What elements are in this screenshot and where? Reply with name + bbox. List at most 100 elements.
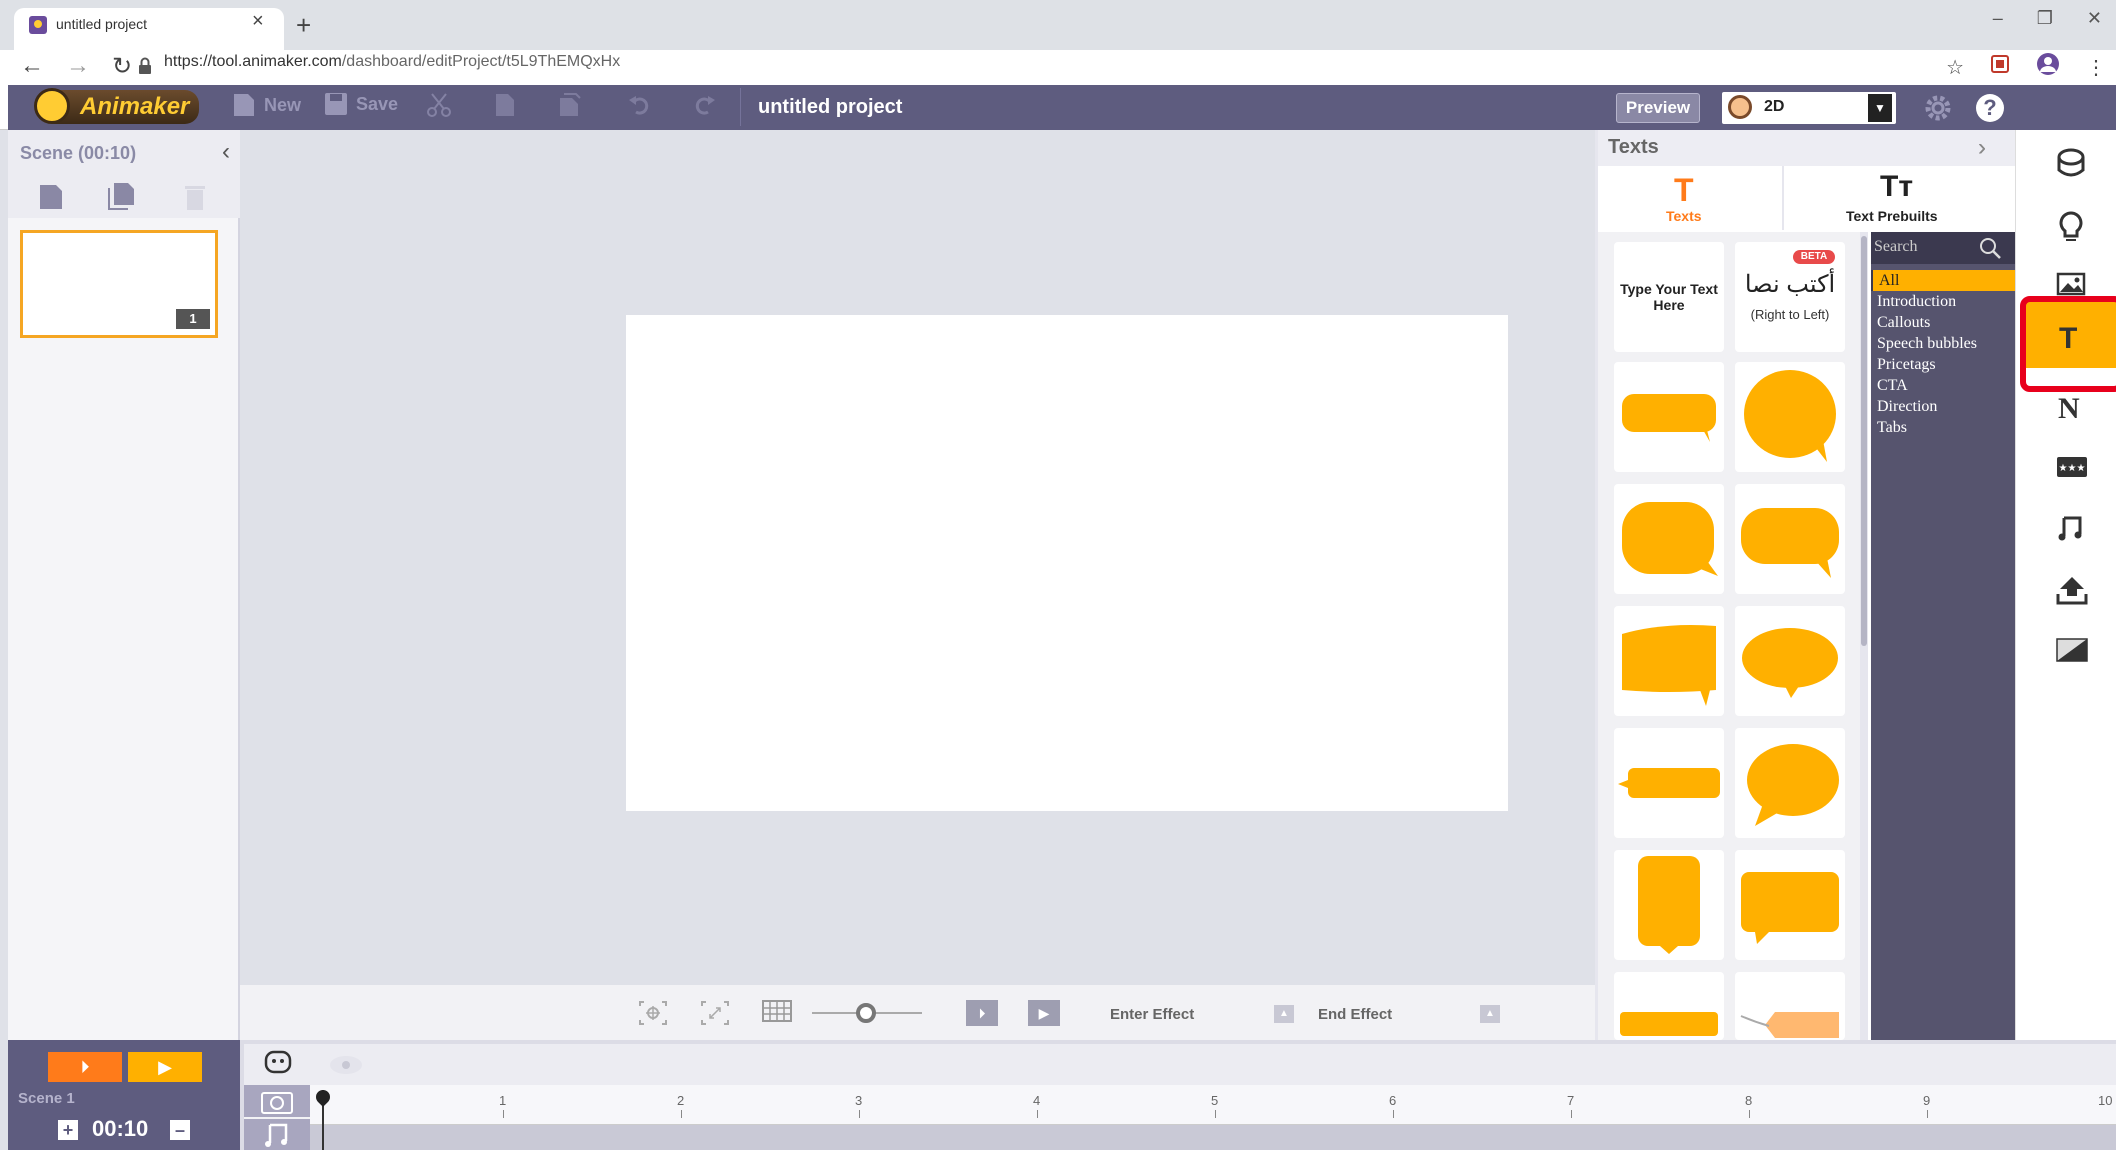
delete-scene-icon[interactable] — [184, 183, 206, 211]
music-track-icon[interactable] — [244, 1119, 310, 1150]
scene-label: Scene (00:10) — [20, 143, 137, 163]
tick-label: 7 — [1567, 1093, 1575, 1108]
scene-duration[interactable]: 00:10 — [92, 1116, 148, 1142]
category-tabs[interactable]: Tabs — [1871, 417, 2015, 438]
play-scene-icon[interactable]: ⏵ — [48, 1052, 122, 1082]
speech-bubble-item[interactable] — [1614, 728, 1724, 838]
category-cta[interactable]: CTA — [1871, 375, 2015, 396]
speech-bubble-item[interactable] — [1735, 362, 1845, 472]
scene-canvas[interactable] — [626, 315, 1508, 811]
end-effect-arrow-icon[interactable]: ▲ — [1480, 1005, 1500, 1023]
duplicate-scene-icon[interactable] — [106, 181, 138, 211]
extension-icon[interactable] — [1990, 54, 2010, 80]
project-title[interactable]: untitled project — [758, 96, 902, 119]
forward-icon[interactable]: → — [66, 52, 90, 81]
url-field[interactable]: https://tool.animaker.com/dashboard/edit… — [164, 53, 620, 71]
browser-actions: ☆ ⋮ — [1946, 52, 2106, 82]
bulb-icon[interactable] — [2056, 210, 2086, 242]
enter-effect-label[interactable]: Enter Effect — [1110, 1006, 1194, 1023]
svg-text:★★★: ★★★ — [2059, 463, 2086, 474]
speech-bubble-item[interactable] — [1735, 850, 1845, 960]
speech-bubble-item[interactable] — [1614, 362, 1724, 472]
music-icon[interactable] — [2056, 514, 2084, 542]
cut-icon[interactable] — [426, 92, 452, 118]
browser-tab-bar — [0, 0, 2116, 50]
new-label: New — [264, 94, 302, 115]
chevron-down-icon[interactable]: ▼ — [1868, 94, 1892, 122]
category-callouts[interactable]: Callouts — [1871, 312, 2015, 333]
type-your-text-card[interactable]: Type Your Text Here — [1614, 242, 1724, 352]
bookmark-star-icon[interactable]: ☆ — [1946, 55, 1964, 80]
library-header — [1598, 130, 2015, 166]
category-all[interactable]: All — [1871, 270, 2015, 291]
browser-tab[interactable] — [14, 8, 284, 50]
tick-mark — [681, 1110, 682, 1118]
speech-bubble-item[interactable] — [1735, 728, 1845, 838]
tab-close-icon[interactable]: × — [252, 10, 264, 33]
tick-mark — [1571, 1110, 1572, 1118]
grid-icon[interactable] — [762, 1000, 792, 1022]
save-button[interactable]: Save — [324, 92, 398, 116]
new-tab-icon[interactable]: + — [296, 10, 311, 41]
play-icon[interactable]: ▶ — [1028, 1000, 1060, 1026]
tick-mark — [1215, 1110, 1216, 1118]
redo-icon[interactable] — [694, 92, 716, 116]
end-effect-label[interactable]: End Effect — [1318, 1006, 1392, 1023]
speech-bubble-item[interactable] — [1614, 972, 1724, 1040]
window-controls: – ❐ ✕ — [1993, 8, 2102, 29]
speech-bubble-item[interactable] — [1614, 606, 1724, 716]
fit-center-icon[interactable] — [638, 1000, 668, 1026]
timeline-track[interactable] — [310, 1125, 2116, 1150]
speech-bubble-item[interactable] — [1614, 850, 1724, 960]
character-track-icon[interactable] — [264, 1050, 292, 1074]
tick-label: 1 — [499, 1093, 507, 1108]
back-icon[interactable]: ← — [20, 52, 44, 81]
character-icon[interactable] — [2056, 148, 2086, 180]
play-all-icon[interactable]: ▶ — [128, 1052, 202, 1082]
category-introduction[interactable]: Introduction — [1871, 291, 2015, 312]
category-list: All Introduction Callouts Speech bubbles… — [1871, 270, 2015, 438]
copy-icon[interactable] — [490, 92, 516, 118]
upload-icon[interactable] — [2056, 574, 2088, 606]
profile-avatar-icon[interactable] — [2036, 52, 2060, 82]
category-speech-bubbles[interactable]: Speech bubbles — [1871, 333, 2015, 354]
help-icon[interactable]: ? — [1976, 94, 2004, 122]
paste-icon[interactable] — [556, 92, 582, 118]
browser-menu-icon[interactable]: ⋮ — [2086, 55, 2106, 80]
category-pricetags[interactable]: Pricetags — [1871, 354, 2015, 375]
add-scene-icon[interactable] — [38, 183, 64, 211]
image-icon[interactable] — [2056, 272, 2086, 296]
gear-icon[interactable] — [1924, 94, 1952, 122]
tick-label: 9 — [1923, 1093, 1931, 1108]
number-icon[interactable]: N — [2058, 392, 2080, 426]
new-button[interactable]: New — [232, 92, 301, 118]
search-icon[interactable] — [1978, 236, 2002, 260]
visibility-eye-icon[interactable] — [328, 1054, 364, 1076]
play-from-start-icon[interactable]: ⏵ — [966, 1000, 998, 1026]
ratings-icon[interactable]: ★★★ — [2056, 456, 2088, 478]
tab-text-prebuilts-label: Text Prebuilts — [1846, 208, 1938, 224]
enter-effect-arrow-icon[interactable]: ▲ — [1274, 1005, 1294, 1023]
undo-icon[interactable] — [628, 92, 650, 116]
background-icon[interactable] — [2056, 638, 2088, 662]
speech-bubble-item[interactable] — [1614, 484, 1724, 594]
minimize-icon[interactable]: – — [1993, 8, 2003, 29]
library-scrollbar-thumb[interactable] — [1861, 236, 1867, 646]
expand-icon[interactable] — [700, 1000, 730, 1026]
camera-track-icon[interactable] — [244, 1085, 310, 1117]
zoom-slider-handle[interactable] — [856, 1003, 876, 1023]
url-host: https://tool.animaker.com — [164, 53, 342, 70]
preview-button[interactable]: Preview — [1616, 93, 1700, 123]
close-window-icon[interactable]: ✕ — [2087, 8, 2102, 29]
increase-duration-button[interactable]: + — [58, 1120, 78, 1140]
restore-icon[interactable]: ❐ — [2037, 8, 2053, 29]
decrease-duration-button[interactable]: – — [170, 1120, 190, 1140]
speech-bubble-item[interactable] — [1735, 606, 1845, 716]
chevron-left-icon[interactable]: ‹ — [222, 138, 230, 166]
speech-bubble-item[interactable] — [1735, 484, 1845, 594]
reload-icon[interactable]: ↻ — [112, 52, 132, 81]
nav-buttons: ← → ↻ — [20, 52, 132, 81]
text-tool-highlight — [2020, 296, 2116, 392]
pricetag-item[interactable] — [1735, 972, 1845, 1040]
category-direction[interactable]: Direction — [1871, 396, 2015, 417]
